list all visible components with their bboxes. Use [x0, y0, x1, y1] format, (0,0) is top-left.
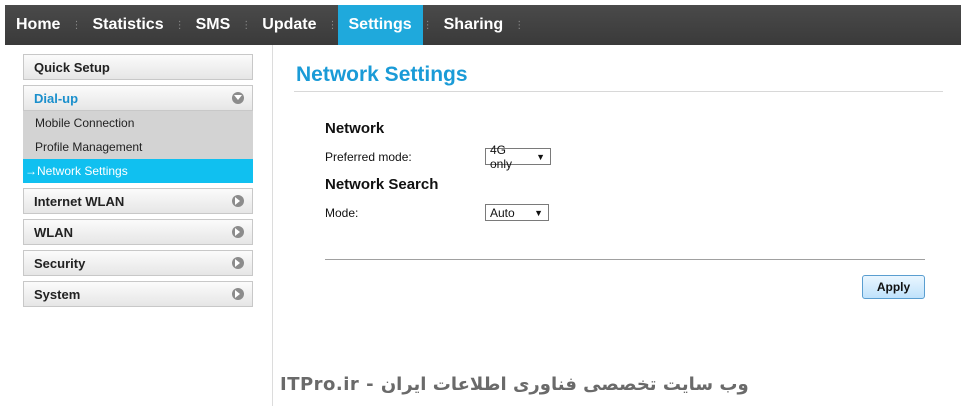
preferred-mode-value: 4G only [490, 142, 513, 171]
sidebar-item-label: WLAN [34, 224, 73, 240]
nav-sharing[interactable]: Sharing [433, 5, 515, 45]
nav-statistics[interactable]: Statistics [81, 5, 174, 45]
nav-separator: ⋮ [327, 19, 338, 31]
mode-select[interactable]: Auto ▼ [485, 204, 549, 221]
chevron-right-icon [232, 226, 244, 238]
sidebar-item-network-settings[interactable]: →Network Settings [23, 159, 253, 183]
sidebar-divider [272, 45, 273, 406]
preferred-mode-select[interactable]: 4G only ▼ [485, 143, 551, 171]
sidebar-item-mobile-connection[interactable]: Mobile Connection [23, 111, 253, 135]
page-title: Network Settings [296, 63, 468, 86]
nav-separator: ⋮ [514, 19, 525, 31]
nav-separator: ⋮ [422, 19, 433, 31]
sidebar-security[interactable]: Security [23, 250, 253, 276]
nav-separator: ⋮ [241, 19, 252, 31]
chevron-right-icon [232, 195, 244, 207]
chevron-right-icon [232, 257, 244, 269]
form-divider [325, 259, 925, 260]
preferred-mode-label: Preferred mode: [325, 150, 412, 164]
chevron-right-icon [232, 288, 244, 300]
sidebar-item-label: Security [34, 255, 86, 271]
nav-update[interactable]: Update [251, 5, 327, 45]
nav-separator: ⋮ [174, 19, 185, 31]
sidebar-internet-wlan[interactable]: Internet WLAN [23, 188, 253, 214]
sidebar-item-label: Internet WLAN [34, 193, 125, 209]
network-heading: Network [325, 120, 385, 137]
sidebar-item-label: Quick Setup [34, 59, 110, 75]
dialup-submenu: Mobile Connection Profile Management →Ne… [23, 111, 253, 183]
top-nav-bar: Home ⋮ Statistics ⋮ SMS ⋮ Update ⋮ Setti… [5, 5, 961, 45]
dropdown-arrow-icon: ▼ [536, 151, 545, 162]
mode-value: Auto [490, 205, 515, 220]
sidebar-dialup[interactable]: Dial-up [23, 85, 253, 111]
sidebar-item-profile-management[interactable]: Profile Management [23, 135, 253, 159]
network-search-heading: Network Search [325, 176, 439, 193]
nav-home[interactable]: Home [5, 5, 71, 45]
mode-label: Mode: [325, 206, 359, 220]
sidebar-quick-setup[interactable]: Quick Setup [23, 54, 253, 80]
dropdown-arrow-icon: ▼ [534, 207, 543, 218]
title-divider [294, 91, 943, 92]
sidebar-item-label: System [34, 286, 81, 302]
apply-button[interactable]: Apply [862, 275, 925, 299]
sidebar-system[interactable]: System [23, 281, 253, 307]
watermark: ITPro.ir - وب سایت تخصصی فناوری اطلاعات … [280, 374, 749, 395]
nav-settings[interactable]: Settings [337, 5, 423, 45]
sidebar-item-label: Dial-up [34, 90, 79, 106]
chevron-down-icon [232, 92, 244, 104]
sidebar-wlan[interactable]: WLAN [23, 219, 253, 245]
nav-separator: ⋮ [71, 19, 82, 31]
sidebar: Quick Setup Dial-up Mobile Connection Pr… [23, 54, 253, 312]
nav-sms[interactable]: SMS [185, 5, 242, 45]
